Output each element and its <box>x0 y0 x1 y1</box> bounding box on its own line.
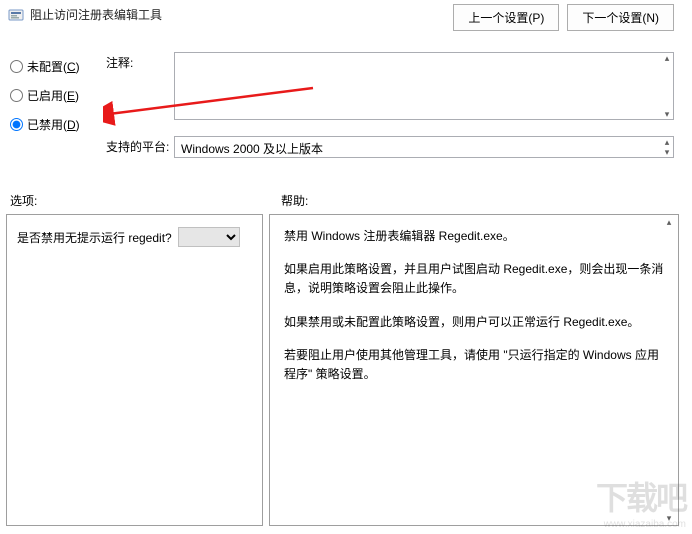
help-text: 如果启用此策略设置，并且用户试图启动 Regedit.exe，则会出现一条消息，… <box>284 260 664 298</box>
window-title: 阻止访问注册表编辑工具 <box>30 6 162 23</box>
radio-enabled[interactable]: 已启用(E) <box>10 87 80 104</box>
help-text: 如果禁用或未配置此策略设置，则用户可以正常运行 Regedit.exe。 <box>284 313 664 332</box>
option-select[interactable] <box>178 227 240 247</box>
scroll-down-icon: ▾ <box>662 513 676 523</box>
platform-value: Windows 2000 及以上版本 <box>174 136 674 158</box>
comment-input[interactable] <box>174 52 674 120</box>
help-scroll: ▴ ▾ <box>662 217 676 523</box>
scroll-up-icon: ▴ <box>662 217 676 227</box>
help-panel: 禁用 Windows 注册表编辑器 Regedit.exe。 如果启用此策略设置… <box>269 214 679 526</box>
help-text: 禁用 Windows 注册表编辑器 Regedit.exe。 <box>284 227 664 246</box>
radio-disabled[interactable]: 已禁用(D) <box>10 116 80 133</box>
config-state-radios: 未配置(C) 已启用(E) 已禁用(D) <box>10 58 80 133</box>
help-section-label: 帮助: <box>281 192 308 209</box>
previous-setting-button[interactable]: 上一个设置(P) <box>453 4 559 31</box>
options-section-label: 选项: <box>10 192 37 209</box>
policy-icon <box>8 7 24 23</box>
platform-label: 支持的平台: <box>106 138 169 155</box>
options-panel: 是否禁用无提示运行 regedit? <box>6 214 263 526</box>
radio-not-configured[interactable]: 未配置(C) <box>10 58 80 75</box>
option-question: 是否禁用无提示运行 regedit? <box>17 229 172 246</box>
next-setting-button[interactable]: 下一个设置(N) <box>567 4 674 31</box>
comment-label: 注释: <box>106 54 133 71</box>
help-text: 若要阻止用户使用其他管理工具，请使用 "只运行指定的 Windows 应用程序"… <box>284 346 664 384</box>
